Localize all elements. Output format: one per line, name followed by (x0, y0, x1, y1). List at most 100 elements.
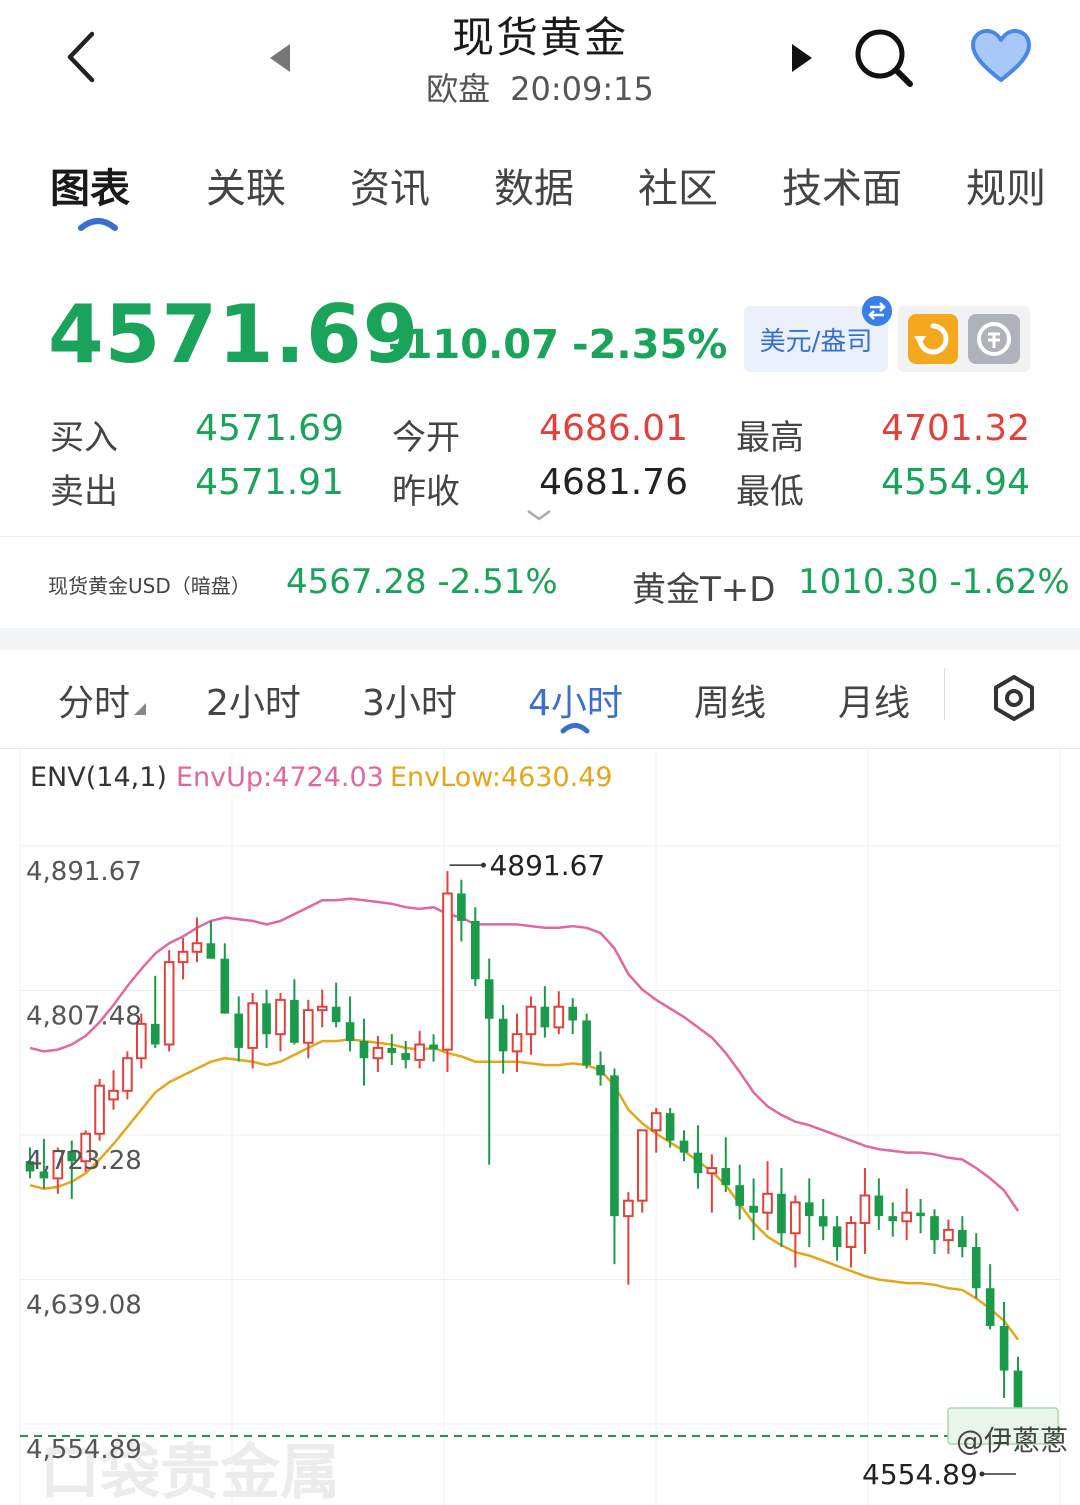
open-label: 今开 (392, 418, 460, 458)
candles-series (25, 871, 1023, 1450)
candle (999, 1301, 1009, 1399)
candle (985, 1264, 995, 1330)
candle (721, 1137, 731, 1193)
indicator-low-value: EnvLow:4630.49 (390, 762, 613, 793)
period-tab-week[interactable]: 周线 (694, 674, 766, 726)
ask-label: 卖出 (50, 472, 118, 512)
period-tab-4h[interactable]: 4小时 (528, 674, 623, 726)
session-time: 20:09:15 (510, 70, 654, 108)
candle (706, 1154, 718, 1213)
tab-related[interactable]: 关联 (206, 156, 286, 214)
candle (94, 1078, 105, 1141)
candle (387, 1034, 397, 1066)
expand-chevron-icon[interactable] (526, 508, 552, 522)
candle (553, 991, 565, 1035)
period-tab-intraday[interactable]: 分时 (58, 674, 147, 726)
candle (804, 1178, 814, 1248)
candle (762, 1161, 773, 1230)
swap-icon[interactable] (862, 296, 892, 326)
ask-value: 4571.91 (195, 462, 344, 503)
tab-technical[interactable]: 技术面 (782, 156, 902, 214)
candle (943, 1219, 954, 1254)
env-low-line (29, 1038, 1020, 1341)
y-tick-label: 4,807.48 (26, 1001, 142, 1031)
max-price-label: 4891.67 (489, 849, 605, 882)
y-tick-label: 4,554.89 (26, 1435, 142, 1465)
candle (971, 1233, 981, 1299)
period-tab-3h[interactable]: 3小时 (362, 674, 457, 726)
price-change-percent: -2.35% (572, 322, 728, 368)
period-tab-2h[interactable]: 2小时 (206, 674, 301, 726)
tab-chart[interactable]: 图表 (50, 156, 130, 214)
env-up-line (29, 897, 1020, 1212)
candle (108, 1070, 119, 1110)
candle (958, 1216, 967, 1258)
bid-value: 4571.69 (195, 408, 344, 449)
candle (345, 996, 355, 1052)
candle (596, 1051, 605, 1086)
tab-community[interactable]: 社区 (638, 156, 718, 214)
candle (525, 996, 537, 1055)
candle (832, 1216, 842, 1261)
related-right-value[interactable]: 1010.30 -1.62% (798, 562, 1070, 602)
tab-data[interactable]: 数据 (494, 156, 574, 214)
divider (0, 536, 1080, 537)
low-value: 4554.94 (881, 462, 1030, 503)
refresh-icon[interactable] (908, 314, 958, 364)
prev-close-label: 昨收 (392, 472, 460, 512)
tab-rules[interactable]: 规则 (966, 156, 1046, 214)
candle (818, 1198, 828, 1241)
active-period-indicator (560, 723, 590, 734)
session-name: 欧盘 (426, 70, 491, 108)
y-tick-label: 4,891.67 (26, 857, 142, 887)
trade-icon[interactable] (968, 314, 1020, 364)
candle (262, 989, 271, 1048)
candle (470, 907, 480, 987)
settings-icon[interactable] (990, 674, 1038, 722)
bid-label: 买入 (50, 418, 118, 458)
candle (845, 1216, 857, 1268)
candle (457, 879, 466, 942)
candle (401, 1041, 411, 1069)
high-value: 4701.32 (881, 408, 1030, 449)
candle (777, 1168, 786, 1248)
candle (874, 1178, 884, 1230)
related-left-label[interactable]: 现货黄金USD（暗盘） (48, 570, 251, 599)
next-instrument-icon[interactable] (792, 44, 812, 72)
candle (177, 938, 189, 980)
candle (191, 917, 203, 963)
candle (316, 989, 328, 1028)
candle (122, 1051, 133, 1100)
candle (220, 943, 230, 1014)
candle (359, 1018, 369, 1086)
env-up-series (29, 897, 1020, 1212)
candle (498, 1005, 508, 1074)
price-change: -110.07 (388, 322, 559, 368)
indicator-name[interactable]: ENV(14,1) (30, 762, 167, 793)
candle (636, 1129, 648, 1213)
candlestick-chart[interactable]: 口袋贵金属 4,891.674,807.484,723.284,639.084,… (0, 748, 1080, 1505)
search-icon[interactable] (852, 26, 916, 90)
candle (930, 1209, 939, 1254)
low-label: 最低 (736, 472, 804, 512)
candle (888, 1202, 898, 1237)
candle (429, 1034, 438, 1062)
candle (568, 998, 578, 1035)
related-left-value[interactable]: 4567.28 -2.51% (286, 562, 558, 602)
favorite-heart-icon[interactable] (970, 28, 1032, 84)
prev-close-value: 4681.76 (539, 462, 688, 503)
session-info: 欧盘 20:09:15 (0, 64, 1080, 110)
candle (749, 1178, 758, 1241)
chart-annotations: 4891.67 4554.89 (20, 849, 1060, 1491)
credit-text: @伊蔥蔥 (956, 1424, 1068, 1457)
candle (275, 993, 286, 1052)
related-right-label[interactable]: 黄金T+D (632, 562, 775, 611)
y-tick-label: 4,639.08 (26, 1291, 142, 1321)
candle (610, 1068, 619, 1265)
candle (650, 1107, 662, 1153)
period-tab-month[interactable]: 月线 (838, 674, 910, 726)
dropdown-triangle-icon (134, 703, 147, 715)
candle (582, 1013, 591, 1069)
tab-news[interactable]: 资讯 (350, 156, 430, 214)
candle (331, 982, 341, 1028)
